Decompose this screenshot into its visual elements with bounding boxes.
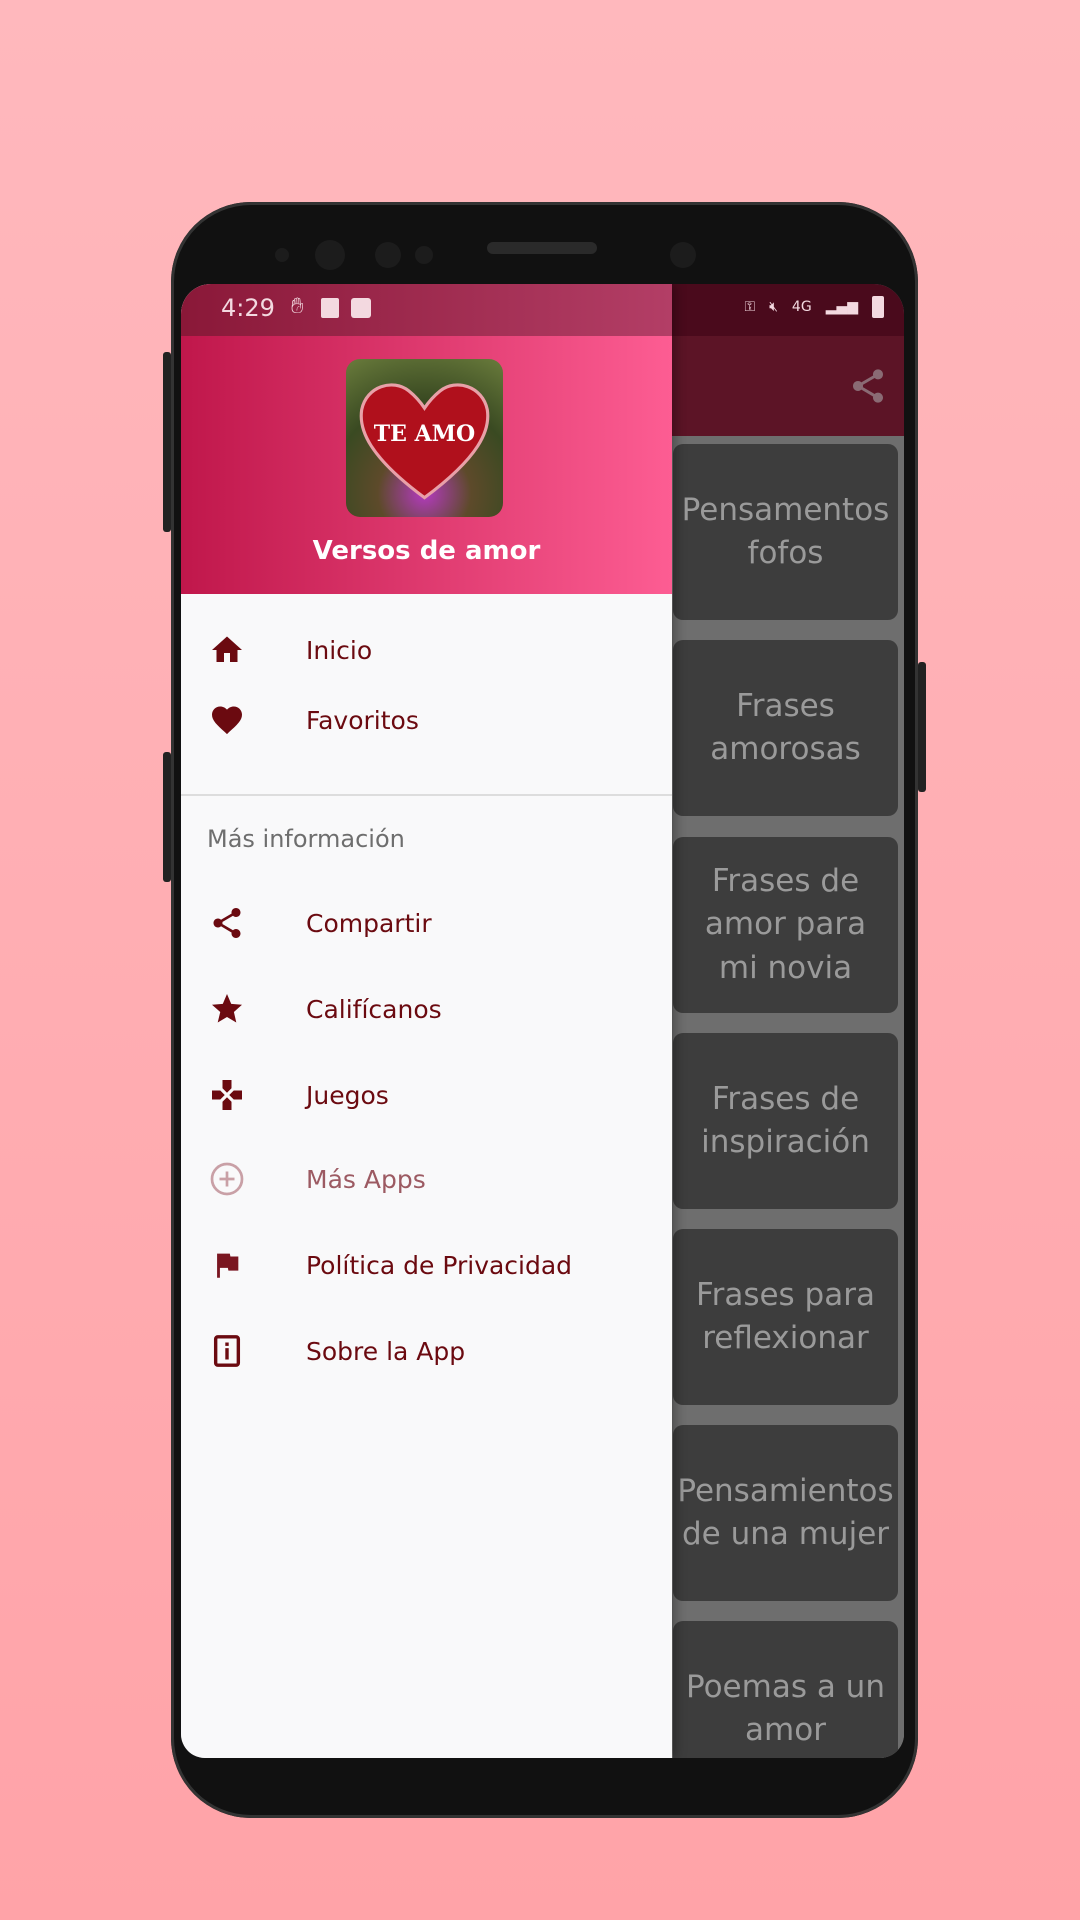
sensor [415, 246, 433, 264]
menu-item-politica-privacidad[interactable]: Política de Privacidad [181, 1230, 672, 1300]
vpn-key-icon: ⚿ [744, 299, 756, 315]
menu-label: Inicio [306, 635, 373, 665]
category-card[interactable]: Frases de inspiración [673, 1033, 898, 1209]
menu-label: Califícanos [306, 994, 442, 1024]
mute-icon: 🔇︎ [769, 299, 778, 315]
drawer-header: TE AMO Versos de amor [181, 336, 672, 594]
share-icon[interactable] [848, 366, 888, 406]
app-logo: TE AMO [346, 359, 503, 517]
status-time: 4:29 [221, 294, 275, 322]
section-title: Más información [207, 825, 405, 853]
star-icon [209, 991, 245, 1027]
earpiece [487, 242, 597, 254]
network-label: 4G [791, 299, 812, 315]
gamepad-icon [209, 1077, 245, 1113]
menu-label: Más Apps [306, 1164, 426, 1194]
divider [181, 794, 672, 796]
signal-icon: ▂▄▆ [825, 299, 858, 315]
iris-scanner [670, 242, 696, 268]
flag-icon [209, 1247, 245, 1283]
navigation-drawer: 4:29 ✋︎ TE AMO Versos de amor Inicio Fav… [181, 284, 672, 1758]
logo-text: TE AMO [373, 421, 476, 447]
menu-item-favoritos[interactable]: Favoritos [181, 685, 672, 755]
menu-item-sobre-la-app[interactable]: Sobre la App [181, 1316, 672, 1386]
menu-item-mas-apps[interactable]: Más Apps [181, 1144, 672, 1214]
info-icon [209, 1333, 245, 1369]
menu-item-compartir[interactable]: Compartir [181, 888, 672, 958]
category-card[interactable]: Frases amorosas [673, 640, 898, 816]
menu-item-calificanos[interactable]: Califícanos [181, 974, 672, 1044]
heart-icon [209, 702, 245, 738]
category-card[interactable]: Pensamientos de una mujer [673, 1425, 898, 1601]
menu-label: Compartir [306, 908, 432, 938]
front-camera [315, 240, 345, 270]
menu-label: Política de Privacidad [306, 1250, 573, 1280]
battery-charging-icon [872, 296, 884, 318]
menu-label: Juegos [306, 1080, 389, 1110]
category-card[interactable]: Pensamentos fofos [673, 444, 898, 620]
volume-button [163, 352, 171, 532]
app-name: Versos de amor [312, 536, 541, 566]
category-card[interactable]: Frases para reflexionar [673, 1229, 898, 1405]
plus-circle-icon [209, 1161, 245, 1197]
menu-label: Sobre la App [306, 1336, 466, 1366]
wifi-notification-icon [351, 298, 371, 318]
bixby-button [163, 752, 171, 882]
screen: ⚿ 🔇︎ 4G ▂▄▆ Pensamentos fofos Frases amo… [181, 284, 904, 1758]
menu-item-juegos[interactable]: Juegos [181, 1060, 672, 1130]
power-button [918, 662, 926, 792]
share-icon [209, 905, 245, 941]
category-card[interactable]: Poemas a un amor [673, 1621, 898, 1758]
drawer-status-area: 4:29 ✋︎ [181, 284, 672, 336]
checkbox-notification-icon [321, 298, 339, 318]
sensor [275, 248, 289, 262]
home-icon [209, 632, 245, 668]
menu-label: Favoritos [306, 705, 419, 735]
menu-item-inicio[interactable]: Inicio [181, 615, 672, 685]
sensor [375, 242, 401, 268]
background: ⚿ 🔇︎ 4G ▂▄▆ Pensamentos fofos Frases amo… [0, 0, 1080, 1920]
hand-icon: ✋︎ [291, 294, 304, 319]
category-card[interactable]: Frases de amor para mi novia [673, 837, 898, 1013]
